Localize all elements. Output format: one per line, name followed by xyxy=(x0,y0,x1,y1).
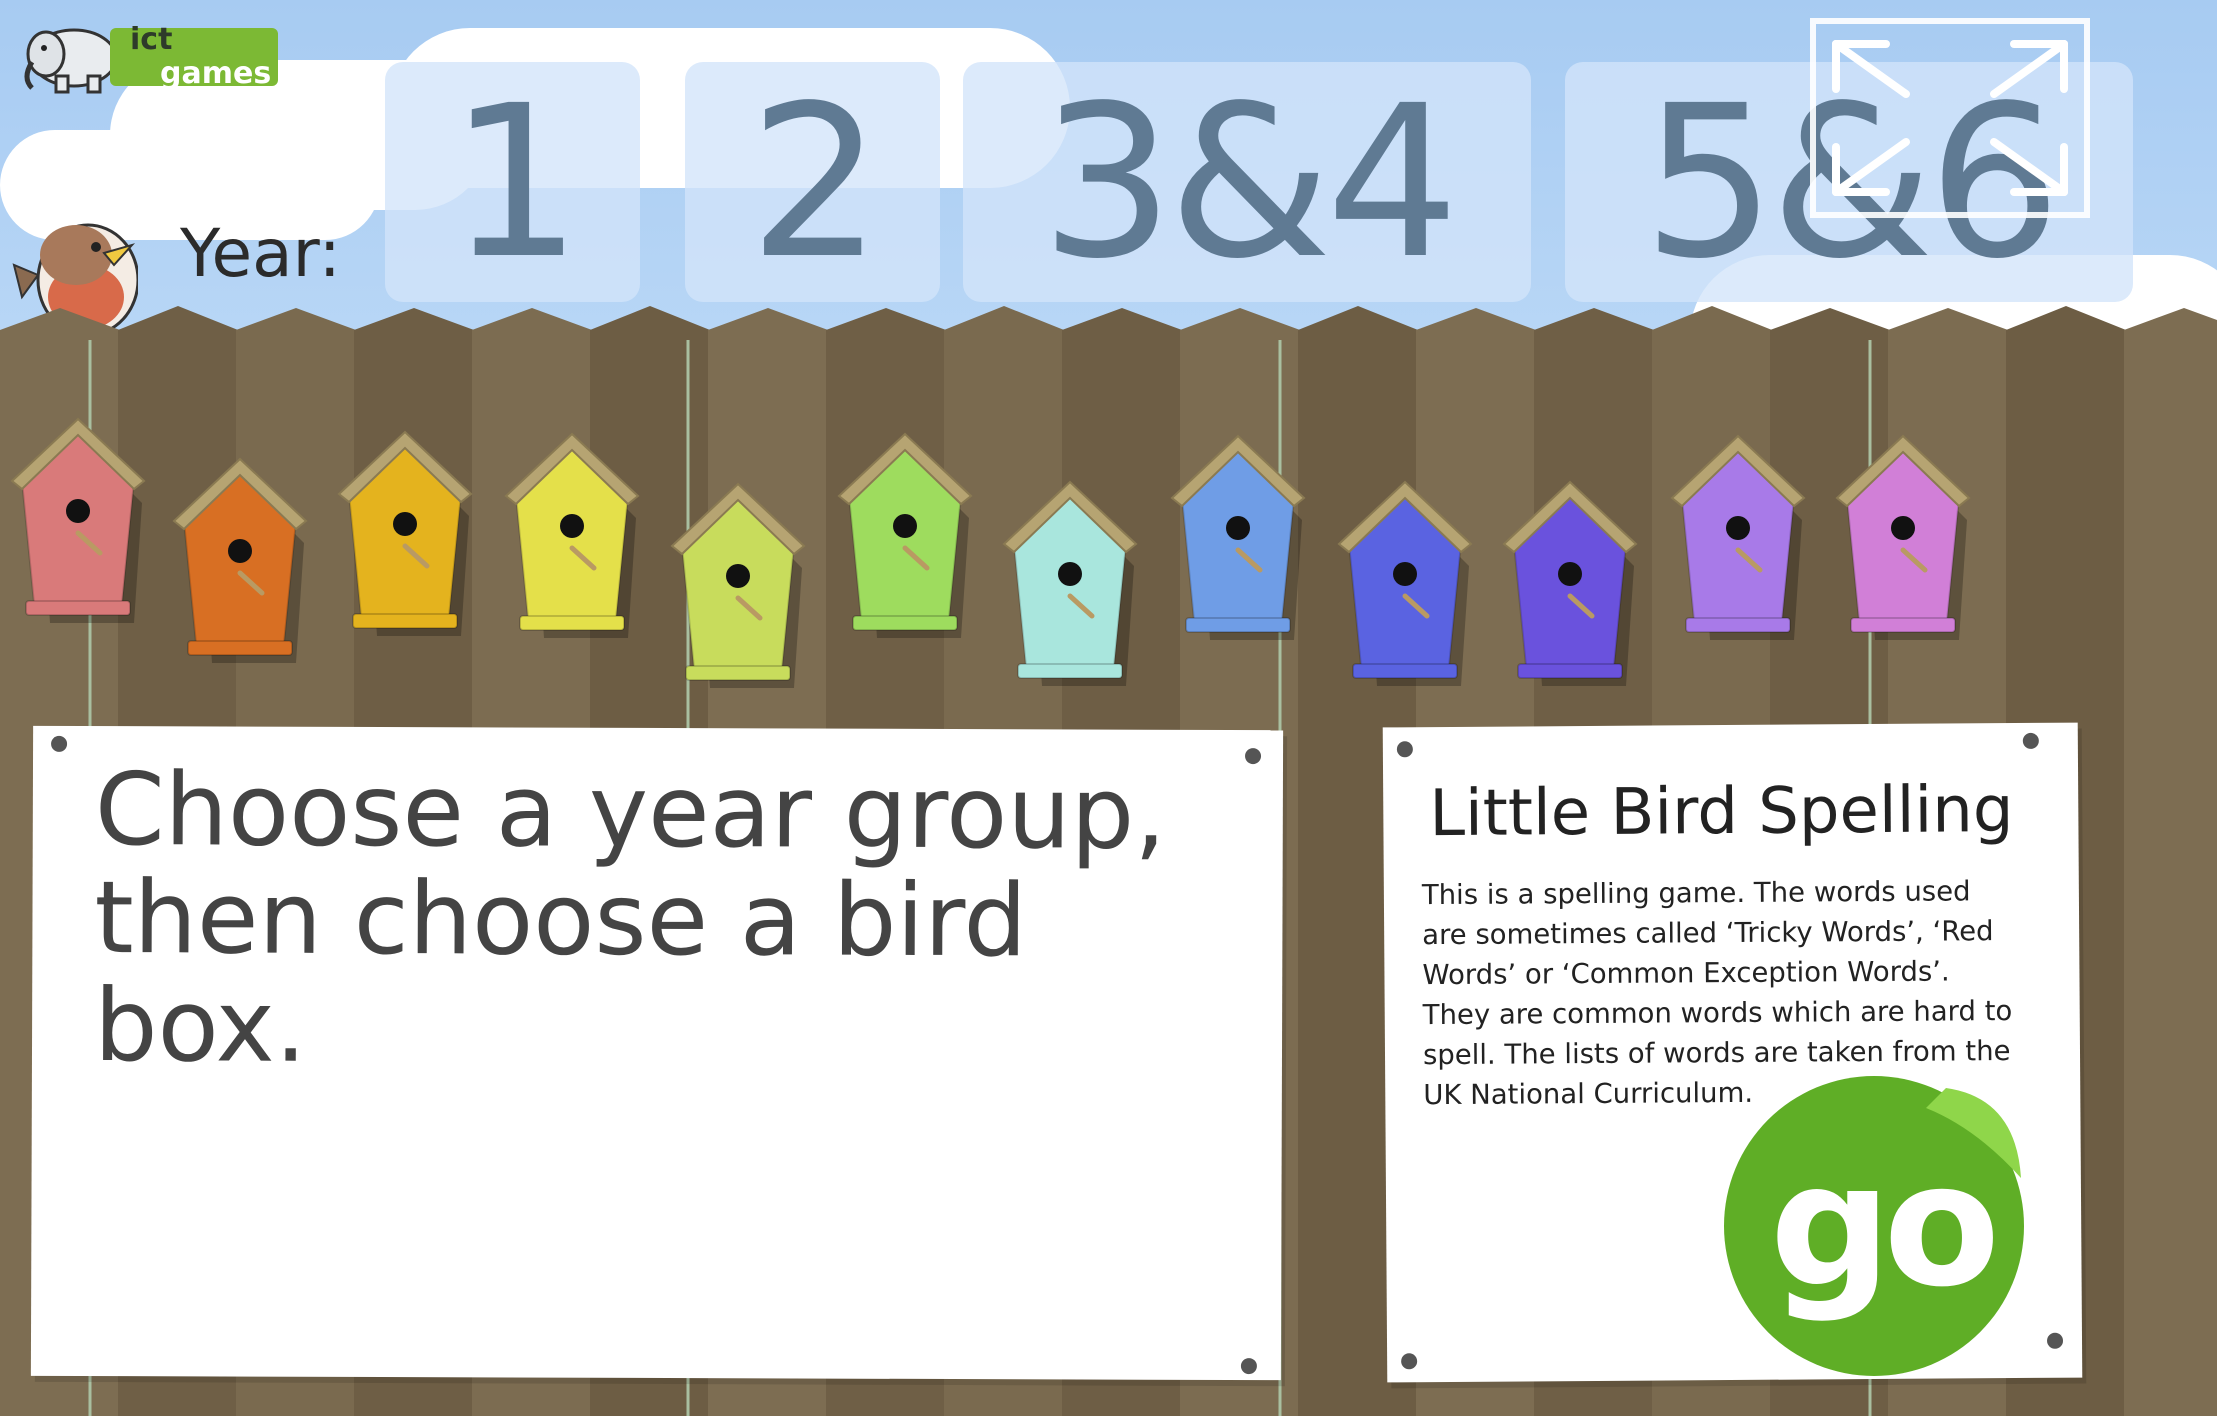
pin xyxy=(51,735,68,752)
expand-arrows-icon xyxy=(1832,40,2068,196)
bird-box-12[interactable] xyxy=(1833,432,1973,642)
logo-games-text: games xyxy=(160,56,272,91)
pin xyxy=(2022,732,2039,749)
instructions-text: Choose a year group, then choose a bird … xyxy=(93,751,1167,1085)
bird-box-9[interactable] xyxy=(1335,478,1475,688)
birdhouse-icon xyxy=(1170,434,1306,640)
year-button-1[interactable]: 1 xyxy=(385,60,640,305)
fullscreen-button[interactable] xyxy=(1810,18,2090,218)
ictgames-logo[interactable]: ict games xyxy=(18,14,278,94)
pin xyxy=(1401,1353,1418,1370)
birdhouse-icon xyxy=(1502,480,1638,686)
birdhouse-icon xyxy=(1337,480,1473,686)
bird-box-2[interactable] xyxy=(170,455,310,665)
birdhouse-icon xyxy=(504,432,640,638)
bird-box-4[interactable] xyxy=(502,430,642,640)
birdhouse-icon xyxy=(10,417,146,623)
bird-box-8[interactable] xyxy=(1168,432,1308,642)
pin xyxy=(1245,748,1262,765)
year-label: Year: xyxy=(180,215,341,292)
birdhouse-icon xyxy=(1002,480,1138,686)
bird-box-7[interactable] xyxy=(1000,478,1140,688)
bird-box-3[interactable] xyxy=(335,428,475,638)
pin xyxy=(2046,1332,2064,1349)
go-button[interactable]: go xyxy=(1716,1068,2032,1384)
go-label: go xyxy=(1769,1127,2000,1325)
birdhouse-icon xyxy=(837,432,973,638)
bird-box-11[interactable] xyxy=(1668,432,1808,642)
bird-box-10[interactable] xyxy=(1500,478,1640,688)
birdhouse-icon xyxy=(1835,434,1971,640)
bird-box-6[interactable] xyxy=(835,430,975,640)
instructions-notice: Choose a year group, then choose a bird … xyxy=(30,725,1284,1381)
birdhouse-icon xyxy=(670,482,806,688)
logo-ict-text: ict xyxy=(130,22,173,57)
pin xyxy=(1396,741,1413,758)
year-button-2[interactable]: 2 xyxy=(685,60,940,305)
game-title: Little Bird Spelling xyxy=(1429,773,2014,852)
year-button-3-4[interactable]: 3&4 xyxy=(963,60,1531,305)
bird-box-5[interactable] xyxy=(668,480,808,690)
birdhouse-icon xyxy=(1670,434,1806,640)
birdhouse-icon xyxy=(337,430,473,636)
birdhouse-icon xyxy=(172,457,308,663)
pin xyxy=(1240,1358,1257,1375)
bird-box-1[interactable] xyxy=(8,415,148,625)
